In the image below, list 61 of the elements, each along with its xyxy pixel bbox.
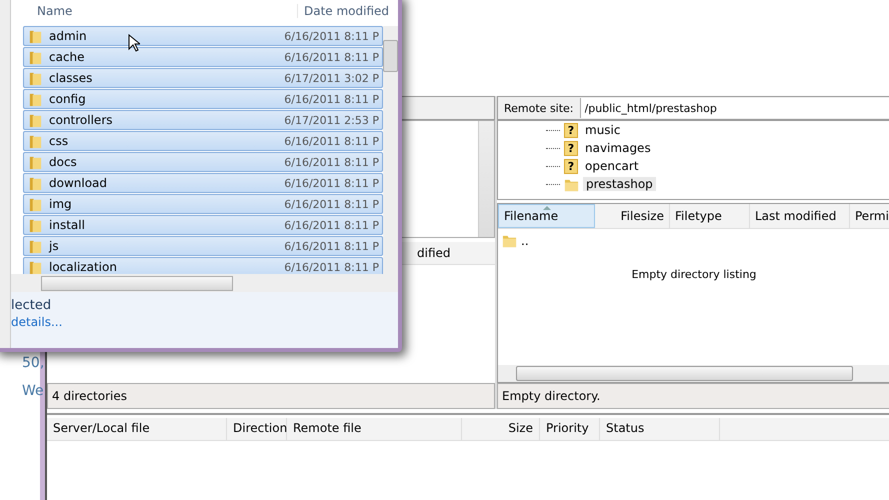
selection-status: lected bbox=[11, 298, 52, 313]
folder-icon bbox=[28, 154, 43, 170]
scrollbar[interactable] bbox=[383, 26, 398, 274]
folder-icon bbox=[28, 196, 43, 212]
status-text: 4 directories bbox=[52, 389, 127, 403]
unknown-folder-icon: ? bbox=[564, 140, 578, 156]
folder-row[interactable]: css 6/16/2011 8:11 P bbox=[23, 131, 383, 151]
tree-item[interactable]: music bbox=[582, 123, 624, 137]
folder-icon bbox=[28, 218, 43, 232]
folder-icon bbox=[502, 233, 517, 248]
column-header[interactable]: dified bbox=[417, 242, 495, 264]
status-text: Empty directory. bbox=[502, 389, 600, 403]
folder-icon bbox=[28, 238, 43, 254]
folder-row[interactable]: cache 6/16/2011 8:11 P bbox=[23, 47, 383, 67]
folder-icon bbox=[28, 28, 43, 44]
unknown-folder-icon: ? bbox=[564, 158, 578, 174]
pointer-cursor-icon bbox=[128, 34, 140, 52]
folder-icon bbox=[28, 260, 43, 274]
scrollbar[interactable] bbox=[498, 365, 889, 382]
folder-row[interactable]: config 6/16/2011 8:11 P bbox=[23, 89, 383, 109]
column-header[interactable]: Filesize bbox=[595, 204, 670, 228]
column-header[interactable]: Permi bbox=[850, 204, 889, 228]
column-header[interactable]: Last modified bbox=[750, 204, 850, 228]
column-header[interactable]: Name bbox=[11, 4, 297, 18]
folder-icon bbox=[28, 92, 43, 106]
sort-caret-icon bbox=[543, 206, 551, 210]
folder-row[interactable]: classes 6/17/2011 3:02 P bbox=[23, 68, 383, 88]
folder-row[interactable]: js 6/16/2011 8:11 P bbox=[23, 236, 383, 256]
remote-path-field[interactable]: /public_html/prestashop bbox=[580, 98, 889, 118]
folder-row[interactable]: download 6/16/2011 8:11 P bbox=[23, 173, 383, 193]
folder-row[interactable]: install 6/16/2011 8:11 P bbox=[23, 215, 383, 235]
scrollbar[interactable] bbox=[0, 0, 11, 348]
column-header[interactable]: Priority bbox=[540, 418, 600, 440]
folder-icon bbox=[28, 50, 43, 64]
tree-item[interactable]: prestashop bbox=[583, 177, 656, 191]
remote-site-label: Remote site: bbox=[503, 102, 575, 114]
column-header[interactable]: Remote file bbox=[287, 418, 462, 440]
column-header[interactable]: Direction bbox=[227, 418, 287, 440]
tree-item[interactable]: navimages bbox=[582, 141, 654, 155]
folder-icon bbox=[28, 112, 43, 128]
folder-row[interactable]: admin 6/16/2011 8:11 P bbox=[23, 26, 383, 46]
details-link[interactable]: details... bbox=[11, 315, 62, 329]
folder-row[interactable]: controllers 6/17/2011 2:53 P bbox=[23, 110, 383, 130]
empty-message: Empty directory listing bbox=[630, 268, 758, 281]
column-header[interactable]: Filename bbox=[498, 204, 595, 228]
folder-row[interactable]: docs 6/16/2011 8:11 P bbox=[23, 152, 383, 172]
column-header[interactable]: Status bbox=[600, 418, 720, 440]
scrollbar[interactable] bbox=[11, 274, 398, 292]
column-header[interactable]: Size bbox=[462, 418, 540, 440]
tree-item[interactable]: opencart bbox=[582, 159, 642, 173]
folder-icon bbox=[28, 176, 43, 190]
scrollbar[interactable] bbox=[478, 121, 494, 237]
folder-icon bbox=[28, 70, 43, 86]
folder-icon bbox=[28, 134, 43, 148]
column-header[interactable]: Server/Local file bbox=[47, 418, 227, 440]
folder-row[interactable]: img 6/16/2011 8:11 P bbox=[23, 194, 383, 214]
unknown-folder-icon: ? bbox=[564, 122, 578, 138]
folder-row[interactable]: localization 6/16/2011 8:11 P bbox=[23, 257, 383, 274]
column-header[interactable]: Filetype bbox=[670, 204, 750, 228]
column-header[interactable]: Date modified bbox=[297, 4, 390, 18]
file-name[interactable]: .. bbox=[521, 234, 529, 248]
